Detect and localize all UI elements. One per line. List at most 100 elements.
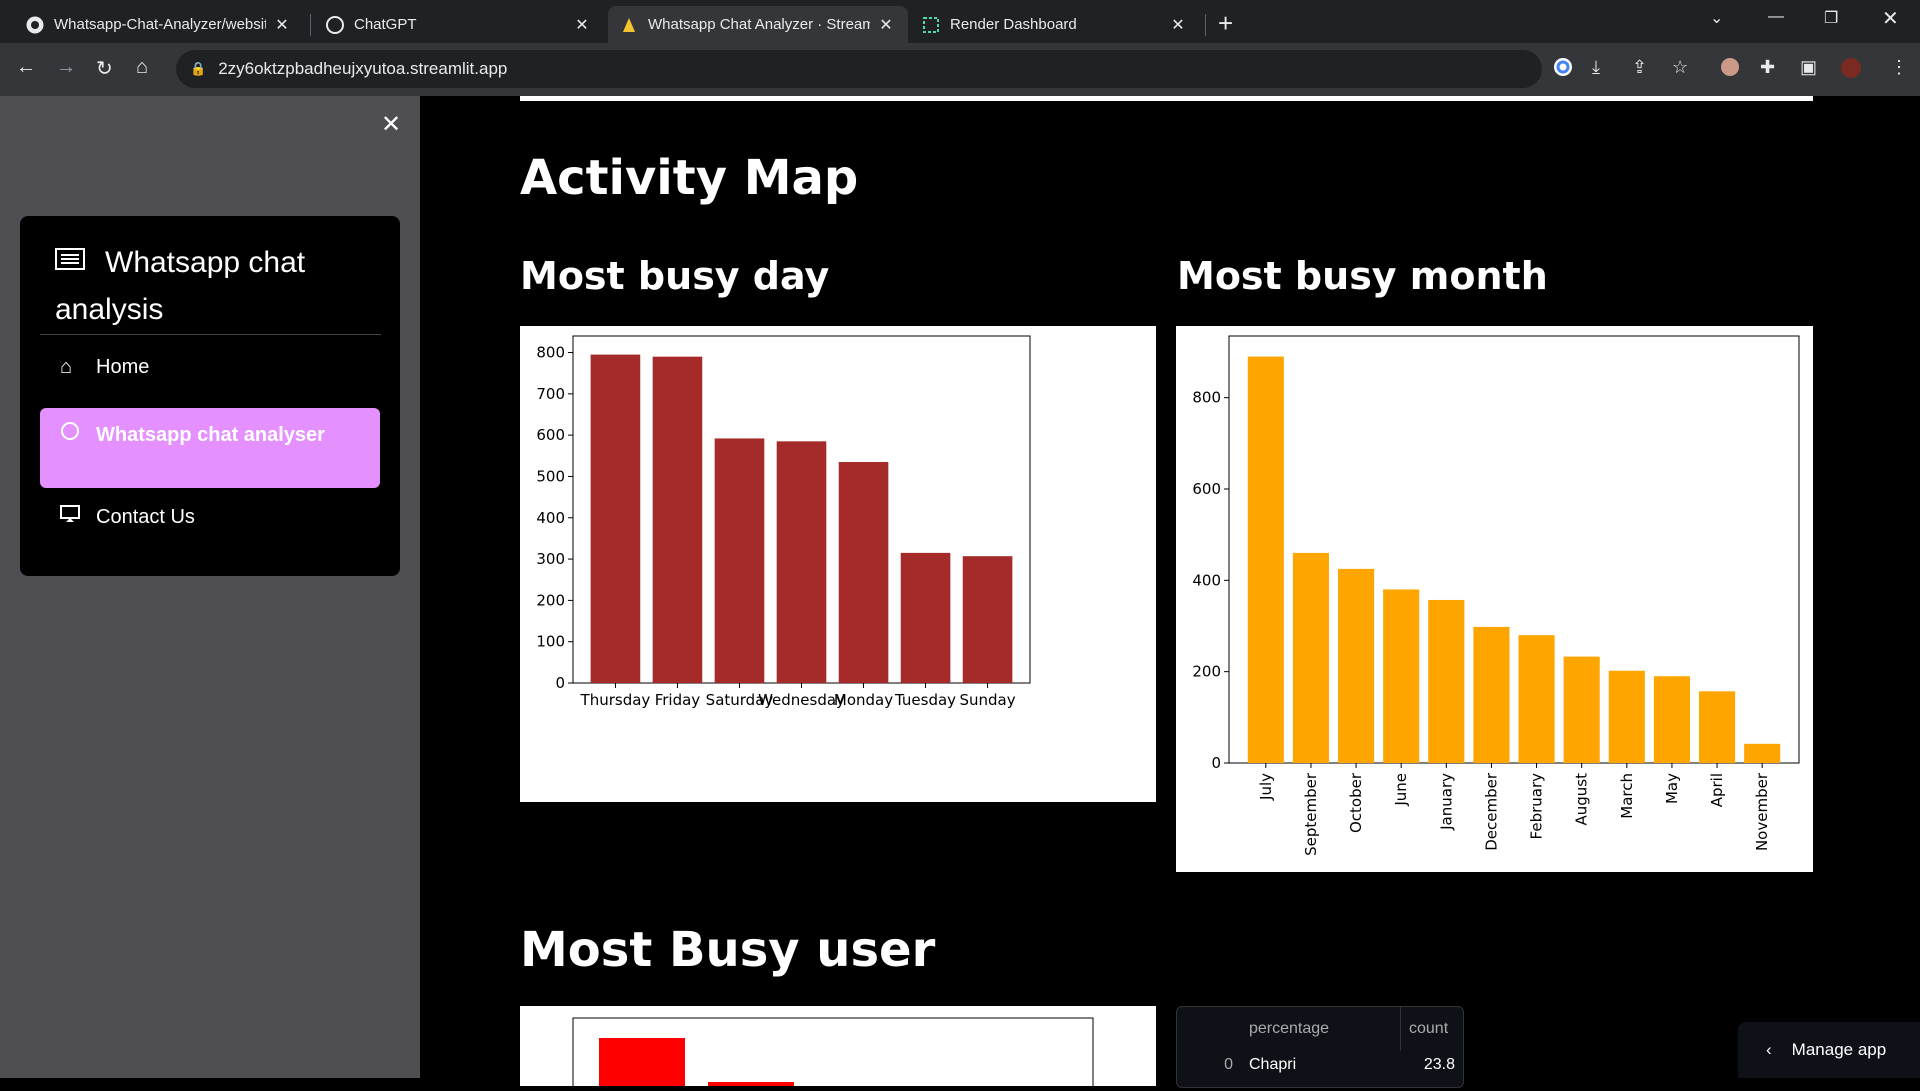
profile-extension-icon[interactable] — [1720, 57, 1740, 82]
busy-month-heading: Most busy month — [1177, 254, 1548, 298]
home-icon: ⌂ — [60, 356, 73, 378]
divider — [40, 334, 381, 335]
y-tick-label: 800 — [1192, 389, 1221, 407]
x-tick-label: Friday — [655, 691, 701, 709]
busy-user-chart-svg — [572, 1017, 1094, 1089]
y-tick-label: 0 — [1211, 754, 1221, 772]
sidebar-item-contact[interactable]: Contact Us — [40, 502, 380, 532]
x-tick-label: July — [1257, 773, 1275, 801]
user-bar — [599, 1038, 685, 1088]
x-tick-label: December — [1482, 772, 1500, 851]
x-tick-label: May — [1663, 773, 1681, 804]
bar — [1428, 599, 1465, 763]
tab-title: Whatsapp Chat Analyzer · Stream — [648, 16, 870, 33]
busy-user-heading: Most Busy user — [520, 922, 936, 978]
install-icon[interactable]: ⤓ — [1592, 57, 1600, 78]
address-bar[interactable]: 🔒 2zy6oktzpbadheujxyutoa.streamlit.app — [176, 50, 1542, 88]
close-tab-icon[interactable]: ✕ — [272, 15, 292, 35]
tab-separator — [310, 14, 311, 36]
bar — [1608, 670, 1645, 763]
close-tab-icon[interactable]: ✕ — [876, 15, 896, 35]
chevron-left-icon: ‹ — [1766, 1040, 1772, 1059]
sidebar: ✕ Whatsapp chat analysis ⌂ Home Whatsapp… — [0, 96, 420, 1078]
y-tick-label: 200 — [536, 591, 565, 609]
tab-title: Whatsapp-Chat-Analyzer/websit — [54, 16, 266, 33]
home-icon[interactable]: ⌂ — [136, 56, 148, 79]
manage-app-button[interactable]: ‹ Manage app — [1738, 1022, 1920, 1078]
monitor-icon — [60, 502, 82, 532]
sidebar-item-label: Home — [96, 356, 150, 378]
y-tick-label: 400 — [1192, 571, 1221, 589]
table-cell-name: Chapri — [1249, 1056, 1297, 1073]
bar — [1699, 691, 1736, 763]
bar — [962, 556, 1013, 683]
manage-app-label: Manage app — [1791, 1040, 1887, 1059]
sidebar-item-home[interactable]: ⌂ Home — [40, 352, 380, 382]
extensions-icon[interactable]: ✚ — [1760, 57, 1775, 78]
activity-map-heading: Activity Map — [520, 150, 859, 206]
busy-month-chart-svg: 0 200 400 600 800 July September October June Jan… — [1192, 335, 1800, 856]
back-icon[interactable]: ← — [16, 56, 36, 79]
lock-icon: 🔒 — [190, 61, 207, 76]
avatar[interactable] — [1840, 57, 1862, 84]
close-sidebar-icon[interactable]: ✕ — [381, 110, 401, 139]
bar — [900, 552, 951, 683]
x-tick-label: January — [1437, 773, 1455, 831]
x-tick-label: Sunday — [959, 691, 1015, 709]
bar — [1383, 589, 1420, 763]
minimize-button[interactable]: — — [1768, 8, 1784, 26]
chatgpt-icon — [326, 15, 344, 34]
restore-button[interactable]: ❐ — [1824, 8, 1838, 28]
x-tick-label: March — [1618, 773, 1636, 819]
bar — [1292, 552, 1329, 763]
close-tab-icon[interactable]: ✕ — [572, 15, 592, 35]
bar — [652, 356, 703, 683]
y-tick-label: 600 — [1192, 480, 1221, 498]
share-icon[interactable]: ⇪ — [1632, 57, 1647, 78]
x-tick-label: Thursday — [580, 691, 651, 709]
browser-menu-icon[interactable]: ⋮ — [1890, 57, 1908, 78]
tab-chatgpt[interactable]: ChatGPT ✕ — [314, 6, 604, 43]
google-icon[interactable] — [1553, 57, 1573, 82]
divider — [520, 96, 1813, 101]
bar — [1518, 635, 1555, 763]
bar — [1247, 356, 1284, 763]
tab-github[interactable]: Whatsapp-Chat-Analyzer/websit ✕ — [14, 6, 304, 43]
tab-streamlit[interactable]: Whatsapp Chat Analyzer · Stream ✕ — [608, 6, 908, 43]
tab-title: ChatGPT — [354, 16, 417, 33]
x-tick-label: Wednesday — [758, 691, 845, 709]
bar — [1563, 656, 1600, 763]
tab-separator — [1205, 14, 1206, 36]
url-text: 2zy6oktzpbadheujxyutoa.streamlit.app — [218, 59, 508, 78]
y-tick-label: 700 — [536, 385, 565, 403]
tab-render[interactable]: Render Dashboard ✕ — [910, 6, 1200, 43]
busy-user-chart — [520, 1006, 1156, 1089]
close-window-button[interactable]: ✕ — [1882, 6, 1899, 31]
busy-user-table: percentage count 0 Chapri 23.8 — [1176, 1006, 1464, 1088]
x-tick-label: November — [1753, 772, 1771, 851]
close-tab-icon[interactable]: ✕ — [1168, 15, 1188, 35]
new-tab-button[interactable]: + — [1218, 8, 1233, 39]
whatsapp-icon — [60, 420, 82, 450]
busy-month-chart: 0 200 400 600 800 July September October June Jan… — [1176, 326, 1813, 872]
menu-title-text: Whatsapp chat analysis — [55, 246, 306, 326]
side-panel-icon[interactable]: ▣ — [1800, 57, 1817, 78]
x-tick-label: Tuesday — [894, 691, 956, 709]
tab-search-icon[interactable]: ⌄ — [1710, 8, 1723, 28]
forward-icon[interactable]: → — [56, 56, 76, 79]
y-tick-label: 600 — [536, 426, 565, 444]
sidebar-item-whatsapp-analyser[interactable]: Whatsapp chat analyser — [40, 408, 380, 488]
bar — [776, 441, 827, 683]
y-tick-label: 300 — [536, 550, 565, 568]
bookmark-star-icon[interactable]: ☆ — [1672, 57, 1688, 78]
x-tick-label: February — [1528, 773, 1546, 840]
browser-tab-bar: Whatsapp-Chat-Analyzer/websit ✕ ChatGPT … — [0, 0, 1920, 43]
github-icon — [26, 16, 44, 34]
y-tick-label: 400 — [536, 509, 565, 527]
chat-list-icon — [55, 242, 87, 287]
reload-icon[interactable]: ↻ — [96, 56, 113, 81]
browser-toolbar: ← → ↻ ⌂ 🔒 2zy6oktzpbadheujxyutoa.streaml… — [0, 43, 1920, 96]
y-tick-label: 100 — [536, 633, 565, 651]
x-tick-label: August — [1573, 773, 1591, 826]
x-tick-label: Monday — [834, 691, 893, 709]
